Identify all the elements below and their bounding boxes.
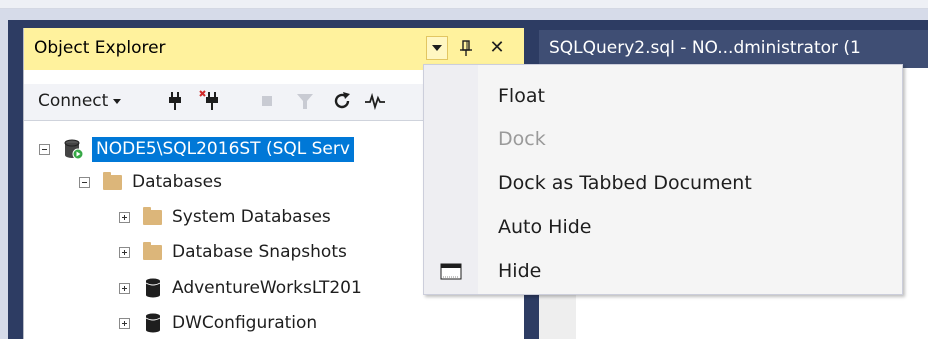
menu-item-auto-hide[interactable]: Auto Hide: [424, 206, 902, 250]
close-icon: ✕: [489, 37, 505, 58]
menu-item-float[interactable]: Float: [424, 75, 902, 119]
connect-label: Connect: [38, 91, 109, 111]
filter-icon[interactable]: [294, 90, 316, 112]
window-position-menu: Float Dock Dock as Tabbed Document Auto …: [423, 64, 903, 295]
refresh-icon[interactable]: [331, 90, 353, 112]
expand-toggle[interactable]: [119, 246, 130, 258]
server-icon: [62, 138, 84, 160]
pin-icon: [460, 40, 472, 56]
connect-plug-icon[interactable]: [164, 90, 186, 112]
document-tab[interactable]: SQLQuery2.sql - NO...dministrator (1: [539, 30, 928, 68]
tree-node-system-databases[interactable]: System Databases: [119, 202, 331, 232]
menu-item-label: Auto Hide: [498, 216, 592, 238]
expand-toggle[interactable]: [119, 282, 130, 294]
close-panel-button[interactable]: ✕: [486, 36, 508, 60]
expand-toggle[interactable]: [119, 317, 130, 329]
object-explorer-title: Object Explorer: [34, 38, 166, 58]
tree-node-adventureworks[interactable]: AdventureWorksLT201: [119, 273, 362, 303]
collapse-toggle[interactable]: [79, 176, 90, 188]
tree-node-server[interactable]: NODE5\SQL2016ST (SQL Serv: [39, 134, 354, 164]
menu-item-hide[interactable]: Hide: [424, 250, 902, 294]
menu-item-label: Dock as Tabbed Document: [498, 172, 752, 194]
top-strip: [0, 0, 928, 8]
chevron-down-icon: [432, 45, 442, 51]
database-icon: [142, 277, 164, 299]
connect-dropdown-button[interactable]: Connect: [38, 89, 122, 113]
disconnect-icon[interactable]: [199, 90, 221, 112]
activity-monitor-icon[interactable]: [364, 90, 386, 112]
auto-hide-pin-button[interactable]: [455, 36, 477, 60]
window-icon: [440, 263, 462, 280]
menu-item-dock-as-tabbed-document[interactable]: Dock as Tabbed Document: [424, 162, 902, 206]
system-databases-label: System Databases: [172, 207, 331, 227]
adventureworks-label: AdventureWorksLT201: [172, 278, 362, 298]
server-label: NODE5\SQL2016ST (SQL Serv: [92, 136, 354, 162]
menu-item-label: Hide: [498, 260, 542, 282]
menu-item-label: Dock: [498, 128, 546, 150]
menu-item-dock: Dock: [424, 118, 902, 162]
document-tab-title: SQLQuery2.sql - NO...dministrator (1: [549, 38, 861, 58]
folder-icon: [142, 206, 164, 228]
database-icon: [142, 312, 164, 334]
expand-toggle[interactable]: [119, 211, 130, 223]
stop-icon[interactable]: [256, 90, 278, 112]
databases-label: Databases: [132, 172, 222, 192]
dwconfiguration-label: DWConfiguration: [172, 313, 318, 333]
folder-icon: [142, 241, 164, 263]
tree-node-databases[interactable]: Databases: [79, 167, 222, 197]
window-position-dropdown-button[interactable]: [426, 36, 448, 60]
menu-item-label: Float: [498, 85, 545, 107]
tree-node-database-snapshots[interactable]: Database Snapshots: [119, 237, 347, 267]
collapse-toggle[interactable]: [39, 143, 50, 155]
caret-down-icon: [113, 98, 122, 104]
tree-node-dwconfiguration[interactable]: DWConfiguration: [119, 308, 317, 338]
folder-icon: [102, 171, 124, 193]
database-snapshots-label: Database Snapshots: [172, 242, 347, 262]
